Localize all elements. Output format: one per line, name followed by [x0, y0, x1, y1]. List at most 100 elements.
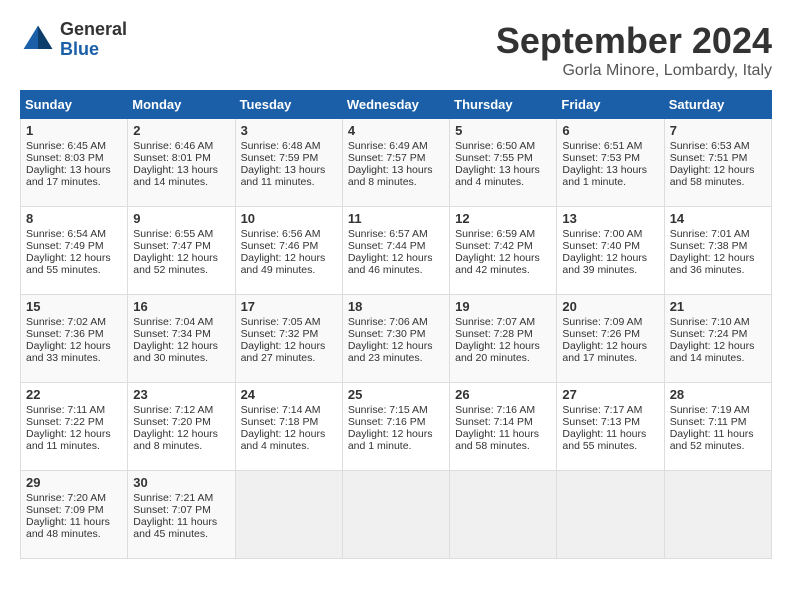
col-sunday: Sunday [21, 91, 128, 119]
logo-text: General Blue [60, 20, 127, 60]
calendar-row: 1 Sunrise: 6:45 AM Sunset: 8:03 PM Dayli… [21, 119, 772, 207]
calendar-row: 8 Sunrise: 6:54 AM Sunset: 7:49 PM Dayli… [21, 207, 772, 295]
sunset-label: Sunset: 7:11 PM [670, 416, 747, 428]
location-subtitle: Gorla Minore, Lombardy, Italy [496, 62, 772, 80]
table-row: 29 Sunrise: 7:20 AM Sunset: 7:09 PM Dayl… [21, 471, 128, 559]
sunset-label: Sunset: 7:09 PM [26, 504, 104, 516]
daylight-label: Daylight: 12 hours and 39 minutes. [562, 252, 647, 276]
day-number: 27 [562, 387, 658, 402]
day-number: 26 [455, 387, 551, 402]
day-number: 28 [670, 387, 766, 402]
sunset-label: Sunset: 7:07 PM [133, 504, 211, 516]
sunset-label: Sunset: 7:14 PM [455, 416, 533, 428]
daylight-label: Daylight: 12 hours and 33 minutes. [26, 340, 111, 364]
header-row: Sunday Monday Tuesday Wednesday Thursday… [21, 91, 772, 119]
sunset-label: Sunset: 7:24 PM [670, 328, 748, 340]
col-wednesday: Wednesday [342, 91, 449, 119]
daylight-label: Daylight: 13 hours and 17 minutes. [26, 164, 111, 188]
daylight-label: Daylight: 12 hours and 23 minutes. [348, 340, 433, 364]
sunrise-label: Sunrise: 7:10 AM [670, 316, 750, 328]
table-row: 6 Sunrise: 6:51 AM Sunset: 7:53 PM Dayli… [557, 119, 664, 207]
sunrise-label: Sunrise: 7:11 AM [26, 404, 105, 416]
sunset-label: Sunset: 7:53 PM [562, 152, 640, 164]
table-row: 18 Sunrise: 7:06 AM Sunset: 7:30 PM Dayl… [342, 295, 449, 383]
sunset-label: Sunset: 7:32 PM [241, 328, 319, 340]
sunrise-label: Sunrise: 6:55 AM [133, 228, 213, 240]
sunset-label: Sunset: 7:34 PM [133, 328, 211, 340]
table-row: 2 Sunrise: 6:46 AM Sunset: 8:01 PM Dayli… [128, 119, 235, 207]
daylight-label: Daylight: 12 hours and 11 minutes. [26, 428, 111, 452]
sunrise-label: Sunrise: 7:06 AM [348, 316, 428, 328]
day-number: 11 [348, 211, 444, 226]
table-row: 1 Sunrise: 6:45 AM Sunset: 8:03 PM Dayli… [21, 119, 128, 207]
daylight-label: Daylight: 11 hours and 45 minutes. [133, 516, 217, 540]
col-saturday: Saturday [664, 91, 771, 119]
sunset-label: Sunset: 7:36 PM [26, 328, 104, 340]
day-number: 18 [348, 299, 444, 314]
sunset-label: Sunset: 7:47 PM [133, 240, 211, 252]
col-monday: Monday [128, 91, 235, 119]
daylight-label: Daylight: 12 hours and 30 minutes. [133, 340, 218, 364]
table-row: 23 Sunrise: 7:12 AM Sunset: 7:20 PM Dayl… [128, 383, 235, 471]
day-number: 30 [133, 475, 229, 490]
table-row: 30 Sunrise: 7:21 AM Sunset: 7:07 PM Dayl… [128, 471, 235, 559]
day-number: 17 [241, 299, 337, 314]
daylight-label: Daylight: 12 hours and 20 minutes. [455, 340, 540, 364]
daylight-label: Daylight: 12 hours and 42 minutes. [455, 252, 540, 276]
table-row: 25 Sunrise: 7:15 AM Sunset: 7:16 PM Dayl… [342, 383, 449, 471]
sunset-label: Sunset: 7:28 PM [455, 328, 533, 340]
table-row: 8 Sunrise: 6:54 AM Sunset: 7:49 PM Dayli… [21, 207, 128, 295]
day-number: 14 [670, 211, 766, 226]
calendar-row: 29 Sunrise: 7:20 AM Sunset: 7:09 PM Dayl… [21, 471, 772, 559]
table-row: 26 Sunrise: 7:16 AM Sunset: 7:14 PM Dayl… [450, 383, 557, 471]
sunrise-label: Sunrise: 6:53 AM [670, 140, 750, 152]
table-row: 17 Sunrise: 7:05 AM Sunset: 7:32 PM Dayl… [235, 295, 342, 383]
sunrise-label: Sunrise: 7:07 AM [455, 316, 535, 328]
sunrise-label: Sunrise: 6:49 AM [348, 140, 428, 152]
table-row: 28 Sunrise: 7:19 AM Sunset: 7:11 PM Dayl… [664, 383, 771, 471]
sunset-label: Sunset: 7:18 PM [241, 416, 319, 428]
daylight-label: Daylight: 12 hours and 36 minutes. [670, 252, 755, 276]
table-row: 24 Sunrise: 7:14 AM Sunset: 7:18 PM Dayl… [235, 383, 342, 471]
table-row [450, 471, 557, 559]
table-row [342, 471, 449, 559]
table-row: 13 Sunrise: 7:00 AM Sunset: 7:40 PM Dayl… [557, 207, 664, 295]
day-number: 24 [241, 387, 337, 402]
sunrise-label: Sunrise: 7:05 AM [241, 316, 321, 328]
sunrise-label: Sunrise: 6:46 AM [133, 140, 213, 152]
day-number: 5 [455, 123, 551, 138]
sunrise-label: Sunrise: 7:15 AM [348, 404, 428, 416]
day-number: 3 [241, 123, 337, 138]
day-number: 20 [562, 299, 658, 314]
day-number: 7 [670, 123, 766, 138]
calendar-row: 22 Sunrise: 7:11 AM Sunset: 7:22 PM Dayl… [21, 383, 772, 471]
day-number: 8 [26, 211, 122, 226]
sunrise-label: Sunrise: 6:50 AM [455, 140, 535, 152]
table-row: 5 Sunrise: 6:50 AM Sunset: 7:55 PM Dayli… [450, 119, 557, 207]
daylight-label: Daylight: 12 hours and 14 minutes. [670, 340, 755, 364]
calendar-table: Sunday Monday Tuesday Wednesday Thursday… [20, 90, 772, 559]
sunset-label: Sunset: 7:38 PM [670, 240, 748, 252]
header: General Blue September 2024 Gorla Minore… [20, 20, 772, 80]
day-number: 10 [241, 211, 337, 226]
sunrise-label: Sunrise: 7:21 AM [133, 492, 213, 504]
table-row: 19 Sunrise: 7:07 AM Sunset: 7:28 PM Dayl… [450, 295, 557, 383]
day-number: 25 [348, 387, 444, 402]
daylight-label: Daylight: 12 hours and 46 minutes. [348, 252, 433, 276]
logo-blue: Blue [60, 39, 99, 59]
sunset-label: Sunset: 7:55 PM [455, 152, 533, 164]
sunset-label: Sunset: 8:01 PM [133, 152, 211, 164]
day-number: 21 [670, 299, 766, 314]
table-row: 9 Sunrise: 6:55 AM Sunset: 7:47 PM Dayli… [128, 207, 235, 295]
sunrise-label: Sunrise: 7:16 AM [455, 404, 535, 416]
table-row: 27 Sunrise: 7:17 AM Sunset: 7:13 PM Dayl… [557, 383, 664, 471]
table-row: 10 Sunrise: 6:56 AM Sunset: 7:46 PM Dayl… [235, 207, 342, 295]
daylight-label: Daylight: 13 hours and 14 minutes. [133, 164, 218, 188]
daylight-label: Daylight: 12 hours and 17 minutes. [562, 340, 647, 364]
day-number: 4 [348, 123, 444, 138]
day-number: 29 [26, 475, 122, 490]
daylight-label: Daylight: 11 hours and 55 minutes. [562, 428, 646, 452]
daylight-label: Daylight: 12 hours and 55 minutes. [26, 252, 111, 276]
table-row [235, 471, 342, 559]
sunrise-label: Sunrise: 7:14 AM [241, 404, 321, 416]
